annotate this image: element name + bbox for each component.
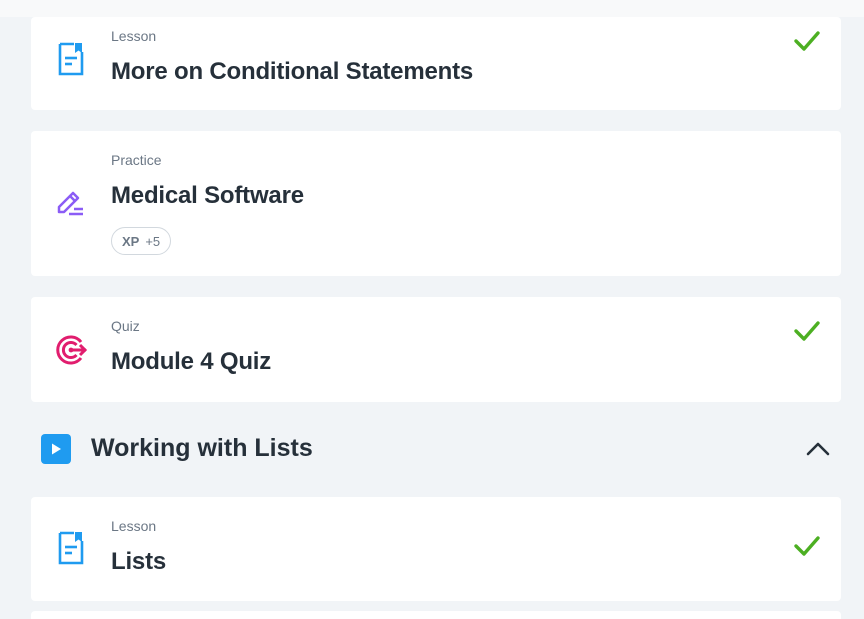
xp-label: XP	[122, 233, 140, 249]
lesson-icon	[53, 530, 89, 566]
section-title: Working with Lists	[91, 434, 313, 462]
section-header[interactable]: Working with Lists	[31, 422, 841, 476]
top-strip	[0, 0, 864, 17]
chevron-up-icon[interactable]	[805, 438, 831, 460]
card-title: Lists	[111, 548, 167, 575]
card-type-label: Practice	[111, 152, 162, 168]
course-page: Lesson More on Conditional Statements Pr…	[0, 0, 864, 619]
card-type-label: Lesson	[111, 518, 157, 534]
check-icon	[793, 29, 821, 53]
next-card[interactable]	[31, 611, 841, 619]
xp-badge: XP +5	[111, 227, 172, 255]
practice-card[interactable]: Practice Medical Software XP +5	[31, 131, 841, 276]
card-title: Medical Software	[111, 182, 304, 209]
pencil-icon	[53, 185, 89, 221]
card-type-label: Lesson	[111, 28, 157, 44]
card-type-label: Quiz	[111, 318, 140, 334]
card-title: Module 4 Quiz	[111, 348, 272, 375]
lesson-card[interactable]: Lesson Lists	[31, 497, 841, 601]
lesson-icon	[53, 41, 89, 77]
card-title: More on Conditional Statements	[111, 58, 474, 85]
play-icon	[41, 434, 71, 464]
check-icon	[793, 534, 821, 558]
check-icon	[793, 319, 821, 343]
xp-value: +5	[145, 233, 161, 249]
target-icon	[53, 332, 89, 368]
lesson-card[interactable]: Lesson More on Conditional Statements	[31, 17, 841, 110]
quiz-card[interactable]: Quiz Module 4 Quiz	[31, 297, 841, 402]
